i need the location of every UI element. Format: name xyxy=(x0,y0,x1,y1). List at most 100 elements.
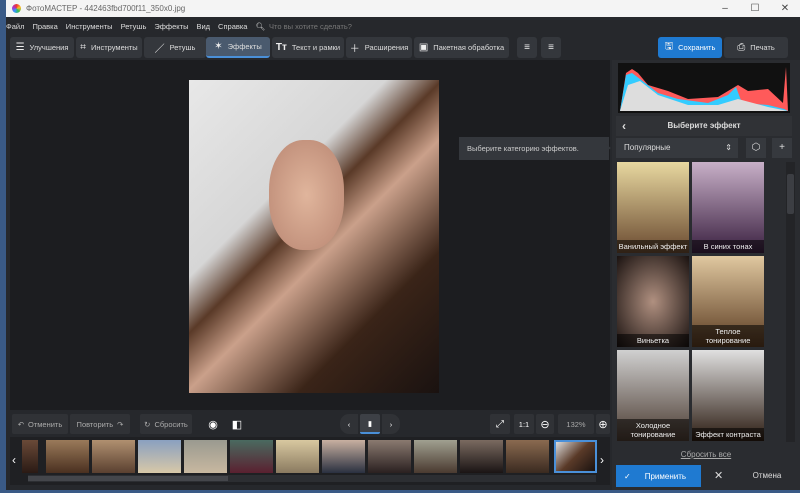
tab-label: Текст и рамки xyxy=(291,43,341,52)
effect-3d-button[interactable]: ⬡ xyxy=(746,138,766,158)
tab-extensions[interactable]: ＋ Расширения xyxy=(346,37,412,58)
batch-processing-button[interactable]: ▣ Пакетная обработка xyxy=(414,37,509,58)
thumbnail[interactable] xyxy=(276,440,319,473)
zoom-value: 132% xyxy=(566,419,586,429)
cancel-button[interactable]: Отмена xyxy=(742,465,792,487)
menu-view[interactable]: Вид xyxy=(196,22,210,31)
sliders-icon: ☰ xyxy=(15,42,25,53)
thumbnail[interactable] xyxy=(506,440,549,473)
prev-image-button[interactable]: ‹ xyxy=(340,414,358,434)
photo-face xyxy=(269,140,344,250)
menu-retouch[interactable]: Ретушь xyxy=(121,22,147,31)
eye-icon: ◉ xyxy=(208,418,218,431)
thumbnail[interactable] xyxy=(460,440,503,473)
effect-blue-tones[interactable]: В синих тонах xyxy=(692,162,764,253)
menu-help[interactable]: Справка xyxy=(218,22,247,31)
effect-contrast[interactable]: Эффект контраста xyxy=(692,350,764,441)
minimize-button[interactable]: – xyxy=(710,0,740,17)
effect-label: Эффект контраста xyxy=(692,428,764,441)
zoom-in-button[interactable]: ⊕ xyxy=(596,414,610,434)
thumbnail[interactable] xyxy=(138,440,181,473)
search-icon: 🔍︎ xyxy=(255,21,265,31)
maximize-button[interactable]: ☐ xyxy=(740,0,770,17)
toolbar: ☰ Улучшения ⌗ Инструменты ／ Ретушь ✶ Эффекты… xyxy=(6,36,800,60)
thumbnail[interactable] xyxy=(368,440,411,473)
undo-button[interactable]: ↶ Отменить xyxy=(12,414,68,434)
tab-tools[interactable]: ⌗ Инструменты xyxy=(76,37,142,58)
thumbnail[interactable] xyxy=(414,440,457,473)
histogram xyxy=(618,63,790,113)
histogram-graph xyxy=(620,67,788,111)
tab-retouch[interactable]: ／ Ретушь xyxy=(144,37,206,58)
print-button[interactable]: ⎙ Печать xyxy=(724,37,788,58)
effect-label: Теплое тонирование xyxy=(692,325,764,347)
effect-warm-toning[interactable]: Теплое тонирование xyxy=(692,256,764,347)
effect-cold-toning[interactable]: Холодное тонирование xyxy=(617,350,689,441)
effects-grid: Ванильный эффект В синих тонах Виньетка … xyxy=(617,162,787,442)
fit-screen-button[interactable]: ⤢ xyxy=(490,414,510,434)
thumbnail-selected[interactable] xyxy=(554,440,597,473)
image-canvas[interactable]: Выберите категорию эффектов. xyxy=(10,60,611,410)
apply-button[interactable]: ✓ Применить xyxy=(616,465,701,487)
thumbnail[interactable] xyxy=(22,440,38,473)
search-placeholder: Что вы хотите сделать? xyxy=(269,21,352,31)
tab-text-frames[interactable]: Tт Текст и рамки xyxy=(272,37,344,58)
effect-vignette[interactable]: Виньетка xyxy=(617,256,689,347)
tab-label: Пакетная обработка xyxy=(433,43,505,52)
printer-icon: ⎙ xyxy=(737,42,746,53)
filmstrip-prev-icon[interactable]: ‹ xyxy=(12,453,16,467)
reset-button[interactable]: ↻ Сбросить xyxy=(140,414,192,434)
category-select[interactable]: Популярные ⇕ xyxy=(616,138,738,158)
close-button[interactable]: ✕ xyxy=(770,0,800,17)
cube-icon: ⬡ xyxy=(751,142,761,153)
scrollbar-thumb[interactable] xyxy=(787,174,794,214)
chevron-left-icon: ‹ xyxy=(347,419,351,429)
thumbnail[interactable] xyxy=(322,440,365,473)
list-add-icon: ≡ xyxy=(524,42,530,53)
menu-tools[interactable]: Инструменты xyxy=(66,22,113,31)
save-button[interactable]: 🖫︎ Сохранить xyxy=(658,37,722,58)
effects-scrollbar[interactable] xyxy=(786,162,795,442)
category-value: Популярные xyxy=(624,143,671,152)
cancel-x-icon[interactable]: ✕ xyxy=(714,469,723,482)
window-title: ФотоМАСТЕР - 442463fbd700f11_350x0.jpg xyxy=(26,4,186,13)
redo-icon: ↷ xyxy=(117,419,124,429)
updown-icon: ⇕ xyxy=(725,143,732,152)
effect-label: Виньетка xyxy=(617,334,689,347)
settings-remove-button[interactable]: ≡ xyxy=(541,37,561,58)
menu-file[interactable]: Файл xyxy=(6,22,24,31)
scrollbar-thumb[interactable] xyxy=(28,476,228,481)
print-label: Печать xyxy=(750,43,775,52)
chevron-right-icon: › xyxy=(389,419,393,429)
redo-label: Повторить xyxy=(76,419,114,429)
thumbnail[interactable] xyxy=(46,440,89,473)
zoom-out-button[interactable]: ⊖ xyxy=(536,414,554,434)
effect-vanilla[interactable]: Ванильный эффект xyxy=(617,162,689,253)
back-button[interactable]: ‹ xyxy=(622,116,626,136)
zoom-level[interactable]: 132% xyxy=(558,414,594,434)
thumbnail[interactable] xyxy=(92,440,135,473)
actual-size-button[interactable]: 1:1 xyxy=(514,414,534,434)
app-logo-icon xyxy=(12,4,21,13)
menu-edit[interactable]: Правка xyxy=(32,22,57,31)
compare-button[interactable]: ◧ xyxy=(228,414,246,434)
next-image-button[interactable]: › xyxy=(382,414,400,434)
filmstrip-next-icon[interactable]: › xyxy=(600,453,604,467)
search-box[interactable]: 🔍︎ Что вы хотите сделать? xyxy=(255,22,351,31)
settings-add-button[interactable]: ≡ xyxy=(517,37,537,58)
reset-all-link[interactable]: Сбросить все xyxy=(612,450,800,459)
panel-title: Выберите эффект xyxy=(667,121,741,130)
preview-eye-button[interactable]: ◉ xyxy=(204,414,222,434)
filmstrip-scrollbar[interactable] xyxy=(28,475,596,482)
tab-improvements[interactable]: ☰ Улучшения xyxy=(10,37,74,58)
thumbnail[interactable] xyxy=(230,440,273,473)
menu-effects[interactable]: Эффекты xyxy=(154,22,188,31)
tab-effects[interactable]: ✶ Эффекты xyxy=(206,37,270,58)
add-effect-button[interactable]: + xyxy=(772,138,792,158)
redo-button[interactable]: Повторить ↷ xyxy=(70,414,130,434)
folder-button[interactable]: ▮ xyxy=(360,414,380,434)
thumbnail[interactable] xyxy=(184,440,227,473)
title-bar: ФотоМАСТЕР - 442463fbd700f11_350x0.jpg –… xyxy=(6,0,800,17)
check-icon: ✓ xyxy=(624,471,631,481)
expand-icon: ⤢ xyxy=(496,418,504,430)
